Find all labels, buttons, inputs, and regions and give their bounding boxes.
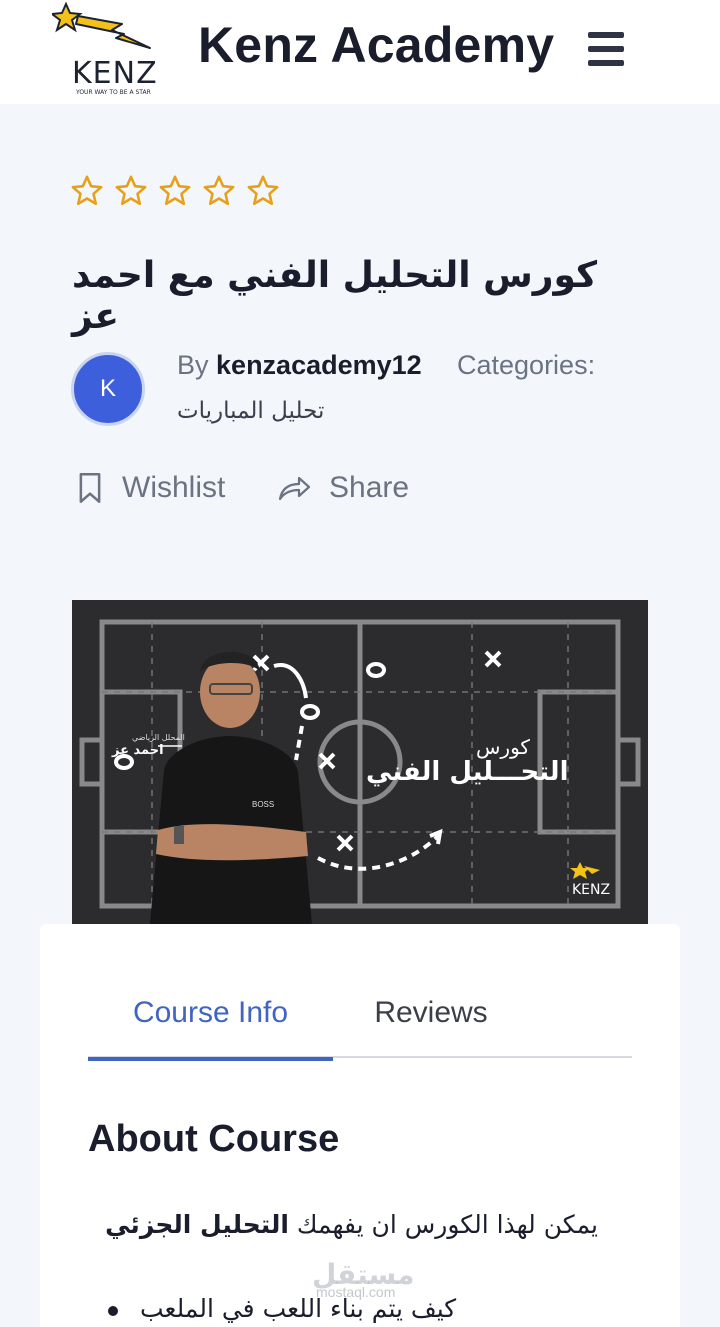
bullet-dot xyxy=(108,1306,118,1316)
share-button[interactable]: Share xyxy=(277,468,409,508)
by-prefix: By xyxy=(177,350,209,380)
star-outline-icon xyxy=(115,175,147,206)
logo-wordmark: KENZ xyxy=(72,56,158,91)
intro-text: يمكن لهذا الكورس ان يفهمك xyxy=(296,1210,598,1239)
author-byline: By kenzacademy12 xyxy=(177,350,422,381)
svg-text:المحلل الرياضي: المحلل الرياضي xyxy=(132,733,185,742)
svg-text:التحـــليل الفني: التحـــليل الفني xyxy=(366,757,568,787)
star-outline-icon xyxy=(247,175,279,206)
share-arrow-icon xyxy=(278,476,311,501)
categories-label: Categories: xyxy=(457,350,596,380)
course-tabs: Course Info Reviews xyxy=(88,992,632,1061)
intro-bold: التحليل الجزئي xyxy=(105,1210,289,1239)
bookmark-icon xyxy=(79,473,101,503)
logo-tagline: YOUR WAY TO BE A STAR xyxy=(76,89,151,96)
avatar-initial: K xyxy=(99,375,116,402)
author-link[interactable]: kenzacademy12 xyxy=(216,350,422,380)
svg-text:كورس: كورس xyxy=(476,735,530,759)
about-intro: يمكن لهذا الكورس ان يفهمك التحليل الجزئي xyxy=(88,1210,598,1239)
wishlist-label: Wishlist xyxy=(122,471,226,504)
wishlist-button[interactable]: Wishlist xyxy=(76,468,225,508)
share-label: Share xyxy=(329,471,410,504)
hamburger-menu-icon[interactable] xyxy=(586,30,626,68)
rating-stars xyxy=(70,174,280,208)
kenz-logo[interactable]: KENZ YOUR WAY TO BE A STAR xyxy=(52,2,164,98)
star-swoosh-icon xyxy=(52,2,151,49)
shirt-brand: BOSS xyxy=(252,800,274,809)
star-outline-icon xyxy=(159,175,191,206)
author-avatar[interactable]: K xyxy=(71,352,145,426)
tab-reviews[interactable]: Reviews xyxy=(333,992,529,1058)
course-title: كورس التحليل الفني مع احمد عز xyxy=(72,255,598,337)
watermark-sub: mostaql.com xyxy=(316,1284,396,1300)
category-link[interactable]: تحليل المباريات xyxy=(177,398,324,424)
svg-text:احمد عز: احمد عز xyxy=(111,743,164,758)
list-item: كيف يتم بناء اللعب في الملعب xyxy=(140,1294,457,1323)
tactics-board-illustration: BOSS المحلل الرياضي احمد عز كورس التحـــ… xyxy=(72,600,648,924)
svg-text:KENZ: KENZ xyxy=(572,882,610,898)
star-outline-icon xyxy=(203,175,235,206)
tab-course-info[interactable]: Course Info xyxy=(88,992,333,1061)
about-course-heading: About Course xyxy=(88,1118,340,1160)
course-thumbnail[interactable]: BOSS المحلل الرياضي احمد عز كورس التحـــ… xyxy=(72,600,648,924)
star-outline-icon xyxy=(71,175,103,206)
site-title[interactable]: Kenz Academy xyxy=(198,16,554,74)
site-header: KENZ YOUR WAY TO BE A STAR Kenz Academy xyxy=(0,0,720,104)
